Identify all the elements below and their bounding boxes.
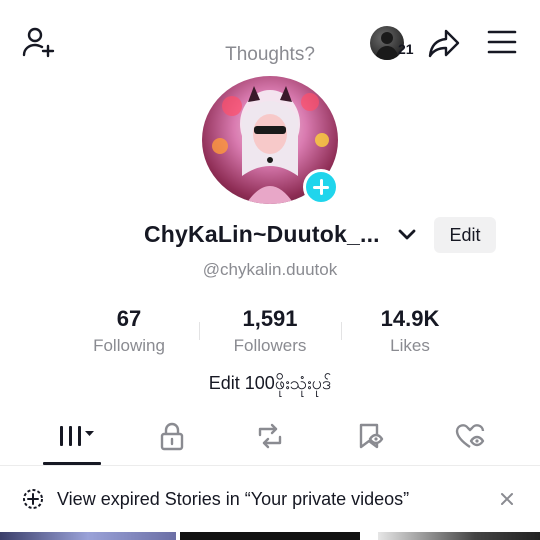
video-thumbnail[interactable]: [378, 532, 540, 540]
close-icon[interactable]: [498, 490, 516, 508]
followers-count: 1,591: [242, 306, 298, 331]
friends-avatar-badge[interactable]: 21: [370, 26, 416, 60]
thoughts-bubble[interactable]: Thoughts?: [196, 44, 344, 66]
video-thumbnail[interactable]: [180, 532, 360, 540]
profile-bio[interactable]: Edit 100ဖိုးသုံးပုဒ်: [120, 371, 420, 398]
tab-liked[interactable]: [440, 418, 500, 454]
video-thumbnail[interactable]: [0, 532, 176, 540]
hamburger-menu-icon[interactable]: [486, 28, 518, 56]
following-stat[interactable]: 67 Following: [69, 306, 189, 356]
tab-saved[interactable]: [340, 418, 400, 454]
share-arrow-icon[interactable]: [426, 25, 462, 61]
heart-eye-icon: [455, 424, 485, 448]
banner-text[interactable]: View expired Stories in “Your private vi…: [57, 489, 409, 510]
likes-label: Likes: [390, 336, 430, 355]
tab-videos-grid[interactable]: [46, 418, 106, 454]
tab-reposts[interactable]: [240, 418, 300, 454]
stat-divider: [199, 322, 200, 340]
grid-bars-icon: [60, 426, 94, 446]
tab-private[interactable]: [142, 418, 202, 454]
repost-icon: [258, 423, 282, 449]
display-name: ChyKaLin~Duutok_...: [144, 221, 380, 247]
likes-count: 14.9K: [380, 306, 440, 331]
add-story-plus-icon[interactable]: [303, 169, 339, 205]
following-label: Following: [93, 336, 165, 355]
chevron-down-icon[interactable]: [396, 226, 418, 244]
likes-stat[interactable]: 14.9K Likes: [350, 306, 470, 356]
story-plus-icon: [22, 488, 44, 510]
followers-label: Followers: [233, 336, 307, 355]
username-handle: @chykalin.duutok: [202, 260, 338, 279]
stat-divider: [341, 322, 342, 340]
edit-profile-button[interactable]: Edit: [434, 217, 496, 253]
person-add-icon[interactable]: [20, 24, 56, 60]
friends-count: 21: [398, 41, 414, 57]
bookmark-eye-icon: [359, 423, 384, 449]
tabs-divider: [0, 465, 540, 466]
following-count: 67: [116, 306, 142, 331]
lock-icon: [160, 422, 184, 451]
followers-stat[interactable]: 1,591 Followers: [210, 306, 330, 356]
